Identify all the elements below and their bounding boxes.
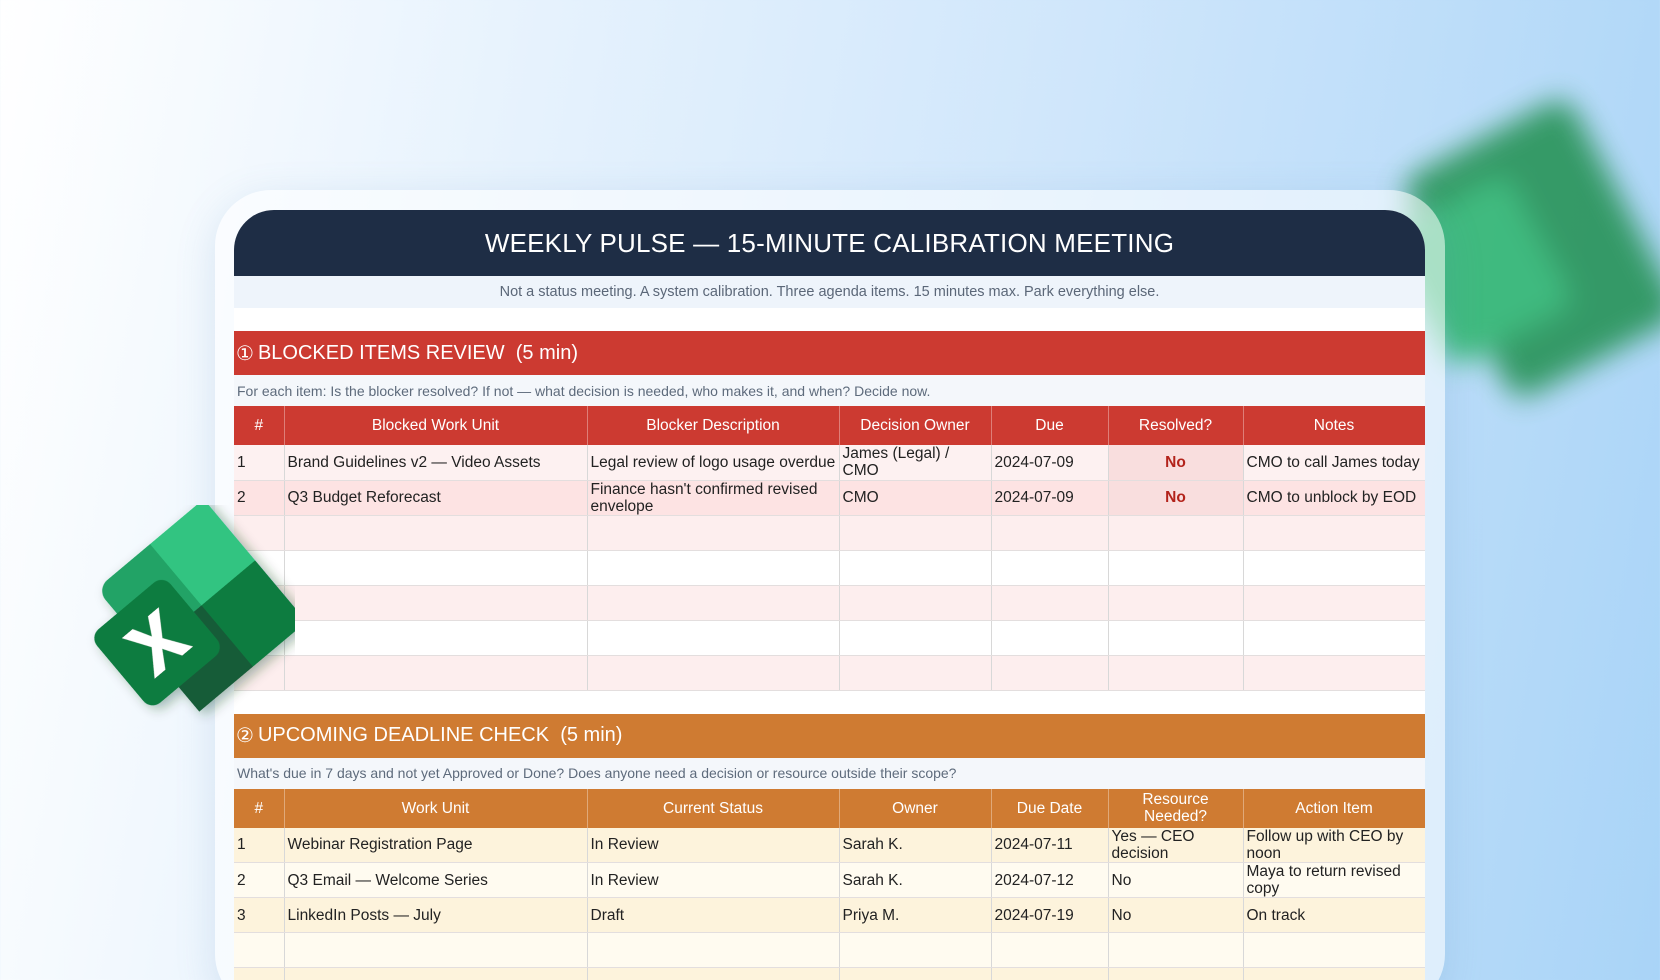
empty-row xyxy=(234,932,1425,968)
table-cell[interactable]: No xyxy=(1108,897,1244,933)
table-row: 3 LinkedIn Posts — July Draft Priya M. 2… xyxy=(234,897,1425,933)
table-cell[interactable]: Sarah K. xyxy=(839,862,992,898)
section-instruction: What's due in 7 days and not yet Approve… xyxy=(234,757,1425,789)
col-header: Work Unit xyxy=(284,788,588,828)
blocked-items-table: # Blocked Work Unit Blocker Description … xyxy=(234,406,1425,691)
table-cell[interactable]: LinkedIn Posts — July xyxy=(284,897,588,933)
section-header: ② UPCOMING DEADLINE CHECK (5 min) xyxy=(234,713,1425,758)
sheet-title: WEEKLY PULSE — 15-MINUTE CALIBRATION MEE… xyxy=(234,210,1425,276)
col-header: Blocker Description xyxy=(587,406,840,445)
table-cell[interactable]: Finance hasn't confirmed revised envelop… xyxy=(587,480,840,516)
table-cell[interactable]: Yes — CEO decision xyxy=(1108,827,1244,863)
empty-row xyxy=(234,585,1425,621)
col-header: Resolved? xyxy=(1108,406,1244,445)
resolved-status-cell[interactable]: No xyxy=(1108,480,1244,516)
table-cell[interactable]: CMO xyxy=(839,480,992,516)
col-header: Due Date xyxy=(991,788,1109,828)
sheet-subtitle: Not a status meeting. A system calibrati… xyxy=(234,276,1425,308)
table-row: 2 Q3 Email — Welcome Series In Review Sa… xyxy=(234,862,1425,898)
section-number-badge: ① xyxy=(236,342,254,365)
empty-row xyxy=(234,655,1425,691)
col-header: Blocked Work Unit xyxy=(284,406,588,445)
table-cell[interactable]: On track xyxy=(1243,897,1425,933)
table-cell[interactable]: Q3 Email — Welcome Series xyxy=(284,862,588,898)
table-cell[interactable]: CMO to call James today xyxy=(1243,445,1425,481)
section-header: ① BLOCKED ITEMS REVIEW (5 min) xyxy=(234,331,1425,375)
table-row: 1 Brand Guidelines v2 — Video Assets Leg… xyxy=(234,445,1425,481)
table-cell[interactable]: James (Legal) / CMO xyxy=(839,445,992,481)
table-cell[interactable]: CMO to unblock by EOD xyxy=(1243,480,1425,516)
table-cell[interactable]: 2024-07-19 xyxy=(991,897,1109,933)
col-header: Decision Owner xyxy=(839,406,992,445)
table-cell[interactable]: 1 xyxy=(234,827,285,863)
table-cell[interactable]: 2024-07-12 xyxy=(991,862,1109,898)
table-row: 2 Q3 Budget Reforecast Finance hasn't co… xyxy=(234,480,1425,516)
table-cell[interactable]: 2024-07-09 xyxy=(991,480,1109,516)
empty-row xyxy=(234,620,1425,656)
deadline-check-table: # Work Unit Current Status Owner Due Dat… xyxy=(234,788,1425,980)
col-header: # xyxy=(234,788,285,828)
col-header: Action Item xyxy=(1243,788,1425,828)
col-header: # xyxy=(234,406,285,445)
table-cell[interactable]: 2 xyxy=(234,862,285,898)
spreadsheet: WEEKLY PULSE — 15-MINUTE CALIBRATION MEE… xyxy=(234,210,1425,980)
table-cell[interactable]: 2024-07-11 xyxy=(991,827,1109,863)
empty-row xyxy=(234,967,1425,980)
table-cell[interactable]: Follow up with CEO by noon xyxy=(1243,827,1425,863)
table-cell[interactable]: In Review xyxy=(587,827,840,863)
table-cell[interactable]: 1 xyxy=(234,445,285,481)
table-cell[interactable]: 3 xyxy=(234,897,285,933)
table-cell[interactable]: 2024-07-09 xyxy=(991,445,1109,481)
table-cell[interactable]: Brand Guidelines v2 — Video Assets xyxy=(284,445,588,481)
empty-row xyxy=(234,550,1425,586)
col-header: Due xyxy=(991,406,1109,445)
section-number-badge: ② xyxy=(236,725,254,747)
col-header: Owner xyxy=(839,788,992,828)
section-title: UPCOMING DEADLINE CHECK (5 min) xyxy=(257,724,623,746)
section-instruction: For each item: Is the blocker resolved? … xyxy=(234,375,1425,406)
empty-row xyxy=(234,515,1425,551)
col-header: Resource Needed? xyxy=(1108,788,1244,828)
excel-logo-icon xyxy=(94,505,295,712)
table-cell[interactable]: In Review xyxy=(587,862,840,898)
table-cell[interactable]: Draft xyxy=(587,897,840,933)
col-header: Notes xyxy=(1243,406,1425,445)
table-cell[interactable]: Legal review of logo usage overdue xyxy=(587,445,840,481)
table-cell[interactable]: Sarah K. xyxy=(839,827,992,863)
table-cell[interactable]: Webinar Registration Page xyxy=(284,827,588,863)
table-row: 1 Webinar Registration Page In Review Sa… xyxy=(234,827,1425,863)
table-cell[interactable]: Priya M. xyxy=(839,897,992,933)
resolved-status-cell[interactable]: No xyxy=(1108,445,1244,481)
table-cell[interactable]: No xyxy=(1108,862,1244,898)
deadline-check-section: ② UPCOMING DEADLINE CHECK (5 min) What's… xyxy=(234,713,1425,980)
section-title: BLOCKED ITEMS REVIEW (5 min) xyxy=(257,341,578,364)
table-cell[interactable]: Maya to return revised copy xyxy=(1243,862,1425,898)
table-cell[interactable]: Q3 Budget Reforecast xyxy=(284,480,588,516)
col-header: Current Status xyxy=(587,788,840,828)
blocked-items-section: ① BLOCKED ITEMS REVIEW (5 min) For each … xyxy=(234,331,1425,691)
